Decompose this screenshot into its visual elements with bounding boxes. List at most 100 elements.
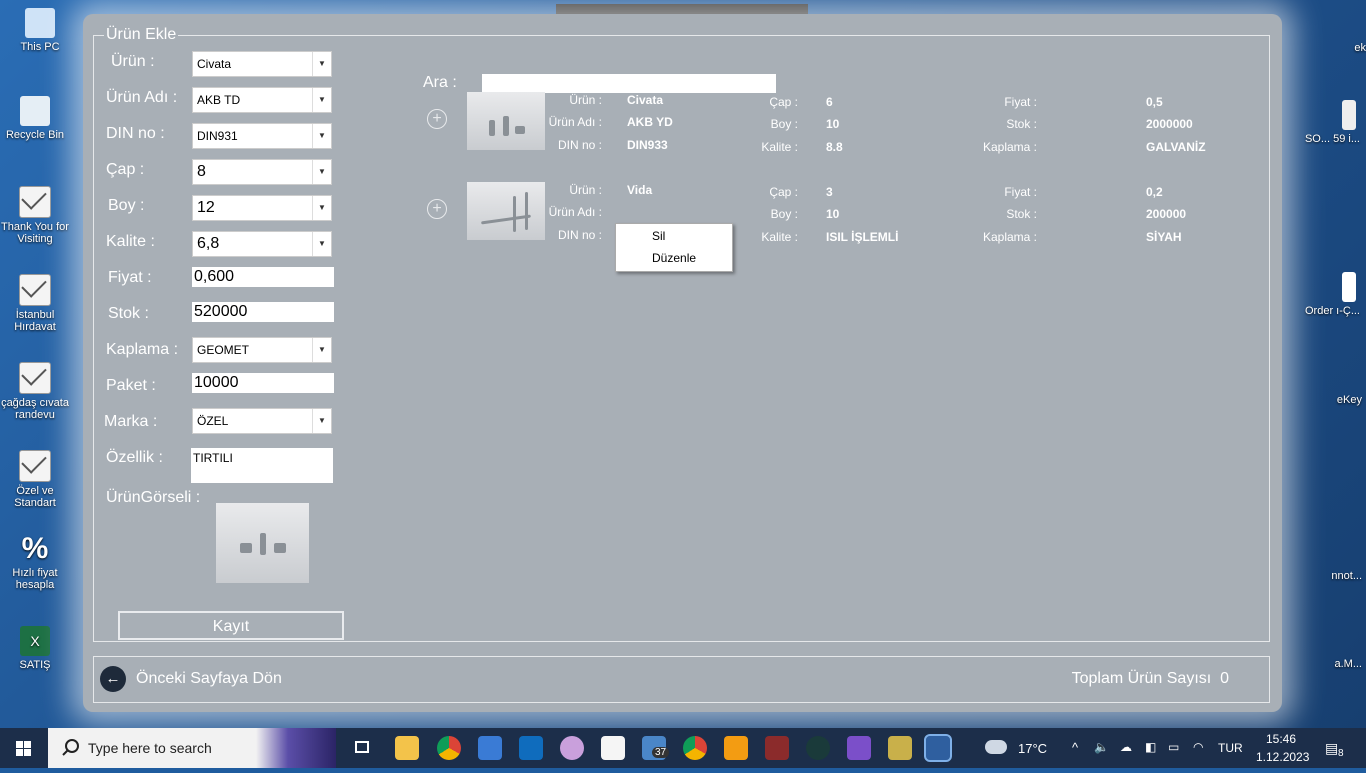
stok-value: 200000: [1146, 207, 1187, 221]
boy-key: Boy :: [770, 207, 798, 221]
add-icon[interactable]: +: [427, 199, 447, 219]
marka-combo[interactable]: ÖZEL ▼: [192, 408, 332, 434]
desktop-icon-hizli-fiyat[interactable]: % Hızlı fiyat hesapla: [0, 534, 70, 592]
chevron-down-icon[interactable]: ▼: [312, 52, 331, 76]
save-button[interactable]: Kayıt: [118, 611, 344, 640]
kaplama-combo[interactable]: GEOMET ▼: [192, 337, 332, 363]
desktop-icon-satis[interactable]: X SATIŞ: [0, 626, 70, 671]
visual-studio-icon[interactable]: [847, 736, 871, 760]
start-button[interactable]: [0, 728, 48, 768]
cloud-icon[interactable]: ☁: [1120, 740, 1132, 754]
notepad-icon[interactable]: [601, 736, 625, 760]
desktop-icon-right-5[interactable]: nnot...: [1292, 570, 1362, 582]
excel-icon: X: [20, 626, 50, 656]
urun-adi-key: Ürün Adı :: [548, 205, 602, 219]
kaplama-value: SİYAH: [1146, 230, 1182, 244]
desktop-icon-right-4[interactable]: eKey: [1292, 394, 1362, 406]
boy-value: 10: [826, 117, 840, 131]
cap-key: Çap :: [769, 185, 798, 199]
urun-adi-key: Ürün Adı :: [548, 115, 602, 129]
desktop-icon-right-1[interactable]: ek: [1296, 42, 1366, 54]
context-menu-delete[interactable]: Sil: [652, 229, 665, 243]
back-arrow-icon[interactable]: ←: [100, 666, 126, 692]
wifi-icon[interactable]: ◠: [1193, 740, 1203, 754]
chevron-down-icon[interactable]: ▼: [312, 409, 331, 433]
chrome-icon[interactable]: [437, 736, 461, 760]
screw-image: [481, 214, 531, 225]
cap-combo[interactable]: 8 ▼: [192, 159, 332, 185]
notification-icon[interactable]: ▤: [1325, 740, 1338, 757]
boy-value: 10: [826, 207, 840, 221]
search-highlight-image: [256, 728, 336, 768]
battery-icon[interactable]: ▭: [1168, 740, 1179, 754]
snipping-tool-icon[interactable]: [560, 736, 584, 760]
language-indicator[interactable]: TUR: [1218, 741, 1243, 755]
chevron-down-icon[interactable]: ▼: [312, 232, 331, 256]
fiyat-input[interactable]: 0,600: [192, 267, 334, 287]
cap-label: Çap :: [106, 161, 145, 178]
chevron-down-icon[interactable]: ▼: [312, 196, 331, 220]
taskbar-search[interactable]: Type here to search: [48, 728, 336, 768]
desktop-icon-mail-2[interactable]: İstanbul Hırdavat: [0, 274, 70, 333]
desktop-icon-mail-1[interactable]: Thank You for Visiting: [0, 186, 70, 245]
task-view-icon[interactable]: [350, 736, 374, 760]
kaplama-combo-value: GEOMET: [197, 343, 250, 357]
desktop-icon-right-6[interactable]: a.M...: [1292, 658, 1362, 670]
ozellik-input[interactable]: TIRTILI: [191, 448, 333, 483]
pdf-icon[interactable]: [724, 736, 748, 760]
chevron-down-icon[interactable]: ▼: [312, 338, 331, 362]
chevron-down-icon[interactable]: ▼: [312, 88, 331, 112]
screw-image: [525, 192, 528, 230]
active-app-icon[interactable]: [924, 734, 952, 762]
clock-time[interactable]: 15:46: [1266, 732, 1296, 746]
stok-value: 2000000: [1146, 117, 1193, 131]
chevron-up-icon[interactable]: ^: [1072, 740, 1078, 755]
urun-combo[interactable]: Civata ▼: [192, 51, 332, 77]
tools-icon[interactable]: [888, 736, 912, 760]
winrar-icon[interactable]: [765, 736, 789, 760]
chevron-down-icon[interactable]: ▼: [312, 124, 331, 148]
file-explorer-icon[interactable]: [395, 736, 419, 760]
desktop-icon-label: Recycle Bin: [5, 129, 65, 141]
clock-date[interactable]: 1.12.2023: [1256, 750, 1309, 764]
chrome-profile-icon[interactable]: [683, 736, 707, 760]
app-icon[interactable]: 37: [642, 736, 670, 760]
chevron-down-icon[interactable]: ▼: [312, 160, 331, 184]
context-menu-edit[interactable]: Düzenle: [652, 251, 696, 265]
desktop-icon-mail-3[interactable]: çağdaş cıvata randevu: [0, 362, 70, 421]
meet-icon[interactable]: ◧: [1145, 740, 1156, 754]
search-input[interactable]: [482, 74, 776, 93]
weather-temp[interactable]: 17°C: [1018, 741, 1047, 756]
taskbar: Type here to search 37 17°C ^ 🔈 ☁ ◧ ▭ ◠ …: [0, 728, 1366, 768]
volume-icon[interactable]: 🔈: [1094, 740, 1109, 754]
urun-adi-combo[interactable]: AKB TD ▼: [192, 87, 332, 113]
desktop-icon-mail-4[interactable]: Özel ve Standart: [0, 450, 70, 509]
weather-icon[interactable]: [985, 740, 1007, 754]
app-globe-icon[interactable]: [806, 736, 830, 760]
desktop-icon-this-pc[interactable]: This PC: [5, 8, 75, 53]
stok-input[interactable]: 520000: [192, 302, 334, 322]
back-label[interactable]: Önceki Sayfaya Dön: [136, 670, 282, 688]
product-image-preview[interactable]: [216, 503, 309, 583]
kalite-combo[interactable]: 6,8 ▼: [192, 231, 332, 257]
outlook-icon[interactable]: [519, 736, 543, 760]
search-placeholder: Type here to search: [88, 740, 212, 756]
marka-combo-value: ÖZEL: [197, 414, 229, 428]
din-combo[interactable]: DIN931 ▼: [192, 123, 332, 149]
din-key: DIN no :: [557, 228, 602, 242]
desktop-icon-label: ek: [1354, 42, 1366, 54]
desktop-icon-recycle-bin[interactable]: Recycle Bin: [0, 96, 70, 141]
total-label: Toplam Ürün Sayısı: [1071, 670, 1212, 687]
bolt-image: [260, 533, 266, 555]
paket-input[interactable]: 10000: [192, 373, 334, 393]
boy-combo[interactable]: 12 ▼: [192, 195, 332, 221]
kalite-combo-value: 6,8: [197, 235, 220, 252]
desktop-icon-right-3[interactable]: Order ı-Ç...: [1290, 272, 1360, 317]
paket-label: Paket :: [106, 377, 156, 394]
urun-key: Ürün :: [569, 93, 602, 107]
add-icon[interactable]: +: [427, 109, 447, 129]
bolt-image: [489, 120, 495, 136]
desktop-icon-right-2[interactable]: SO... 59 i...: [1290, 100, 1360, 145]
desktop-icon-label: eKey: [1336, 394, 1362, 406]
store-icon[interactable]: [478, 736, 502, 760]
